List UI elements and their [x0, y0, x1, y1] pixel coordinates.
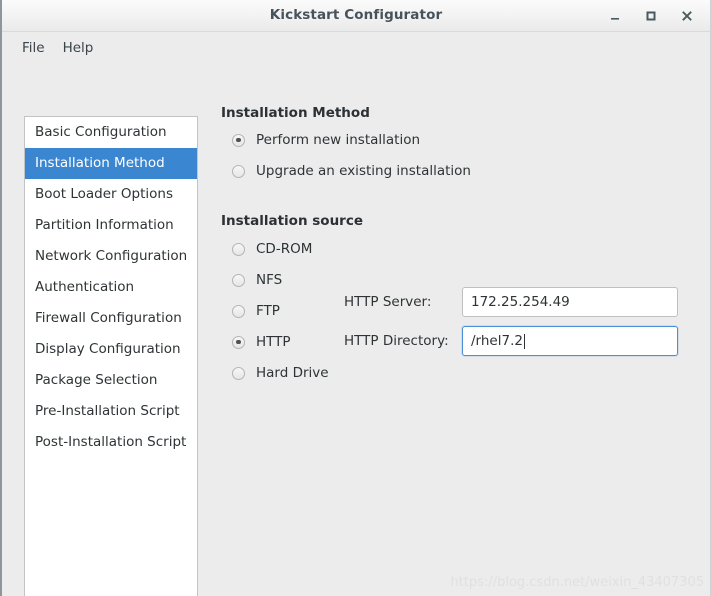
http-directory-label: HTTP Directory: — [344, 333, 449, 349]
maximize-icon — [645, 10, 657, 22]
installation-source-heading: Installation source — [221, 213, 364, 229]
http-server-label: HTTP Server: — [344, 294, 432, 310]
sidebar-item-pre-installation-script[interactable]: Pre-Installation Script — [25, 396, 197, 427]
watermark-text: https://blog.csdn.net/weixin_43407305 — [450, 575, 704, 590]
http-server-input[interactable]: 172.25.254.49 — [462, 287, 678, 317]
installation-method-heading: Installation Method — [221, 105, 370, 121]
sidebar-item-installation-method[interactable]: Installation Method — [25, 148, 197, 179]
radio-mark-icon — [232, 164, 245, 178]
radio-label: HTTP — [256, 334, 291, 350]
title-bar: Kickstart Configurator — [2, 0, 710, 32]
menu-bar: File Help — [2, 32, 710, 65]
radio-mark-icon — [232, 366, 245, 380]
radio-mark-icon — [232, 242, 245, 256]
sidebar-item-display-configuration[interactable]: Display Configuration — [25, 334, 197, 365]
radio-source-ftp[interactable]: FTP — [232, 303, 280, 319]
radio-mark-icon — [232, 273, 245, 287]
radio-label: Hard Drive — [256, 365, 329, 381]
menu-item-help[interactable]: Help — [54, 38, 103, 59]
http-directory-field-row: HTTP Directory: /rhel7.2 — [344, 326, 678, 356]
radio-source-http[interactable]: HTTP — [232, 334, 291, 350]
navigation-sidebar: Basic Configuration Installation Method … — [24, 116, 198, 596]
sidebar-item-package-selection[interactable]: Package Selection — [25, 365, 197, 396]
radio-label: FTP — [256, 303, 280, 319]
radio-mark-icon — [232, 335, 245, 349]
radio-label: NFS — [256, 272, 283, 288]
close-icon — [681, 10, 693, 22]
http-server-field-row: HTTP Server: 172.25.254.49 — [344, 287, 678, 317]
sidebar-item-partition-information[interactable]: Partition Information — [25, 210, 197, 241]
http-directory-input[interactable]: /rhel7.2 — [462, 326, 678, 356]
sidebar-item-post-installation-script[interactable]: Post-Installation Script — [25, 427, 197, 458]
text-cursor — [523, 333, 525, 349]
radio-mark-icon — [232, 133, 245, 147]
sidebar-item-boot-loader-options[interactable]: Boot Loader Options — [25, 179, 197, 210]
http-server-value: 172.25.254.49 — [471, 294, 570, 310]
minimize-icon — [609, 10, 621, 22]
maximize-button[interactable] — [634, 0, 668, 32]
radio-upgrade-existing-installation[interactable]: Upgrade an existing installation — [232, 163, 471, 179]
application-window: Kickstart Configurator File Help Basic C… — [0, 0, 711, 596]
http-directory-value: /rhel7.2 — [471, 333, 523, 349]
sidebar-item-authentication[interactable]: Authentication — [25, 272, 197, 303]
sidebar-item-firewall-configuration[interactable]: Firewall Configuration — [25, 303, 197, 334]
radio-label: Upgrade an existing installation — [256, 163, 471, 179]
close-button[interactable] — [670, 0, 704, 32]
radio-source-nfs[interactable]: NFS — [232, 272, 282, 288]
menu-item-file[interactable]: File — [13, 38, 54, 59]
minimize-button[interactable] — [598, 0, 632, 32]
radio-source-cdrom[interactable]: CD-ROM — [232, 241, 312, 257]
radio-label: Perform new installation — [256, 132, 421, 148]
radio-mark-icon — [232, 304, 245, 318]
radio-source-hard-drive[interactable]: Hard Drive — [232, 365, 329, 381]
radio-perform-new-installation[interactable]: Perform new installation — [232, 132, 420, 148]
window-content: Basic Configuration Installation Method … — [2, 65, 710, 596]
sidebar-item-network-configuration[interactable]: Network Configuration — [25, 241, 197, 272]
sidebar-item-basic-configuration[interactable]: Basic Configuration — [25, 117, 197, 148]
radio-label: CD-ROM — [256, 241, 313, 257]
